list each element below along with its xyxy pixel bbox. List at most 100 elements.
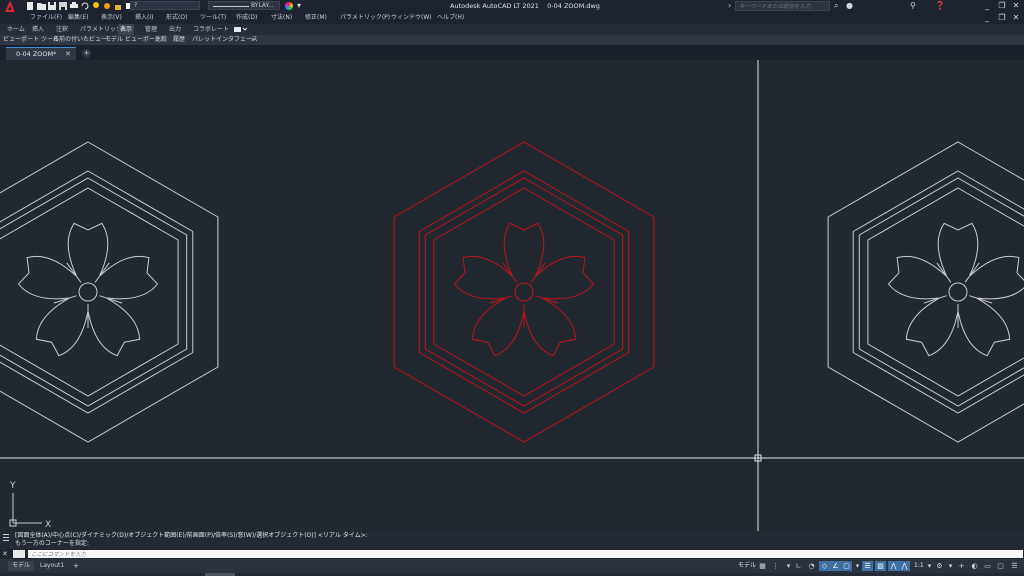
menu-view[interactable]: 表示(V) bbox=[101, 12, 122, 24]
plus-icon[interactable]: + bbox=[956, 561, 967, 571]
emblem-center-stamen-2[interactable] bbox=[489, 295, 513, 304]
menu-modify[interactable]: 修正(M) bbox=[305, 12, 327, 24]
annotation-scale[interactable]: 1:1 bbox=[914, 561, 924, 571]
emblem-right-petal-3[interactable] bbox=[957, 297, 1011, 357]
drawing-canvas[interactable]: Y X bbox=[0, 60, 1024, 531]
annotation-autoscale-icon[interactable]: ⋀ bbox=[899, 561, 910, 571]
chevron-down-icon[interactable]: ▾ bbox=[297, 1, 301, 11]
customize-menu-icon[interactable]: ☰ bbox=[1009, 561, 1020, 571]
emblem-left[interactable] bbox=[0, 141, 219, 443]
command-input[interactable] bbox=[28, 551, 1023, 559]
menu-window[interactable]: ウィンドウ(W) bbox=[391, 12, 432, 24]
grid-icon[interactable]: ▦ bbox=[757, 561, 768, 571]
emblem-right-stamen-5[interactable] bbox=[969, 295, 993, 304]
grip-icon[interactable] bbox=[2, 532, 10, 548]
sun-icon[interactable] bbox=[103, 2, 112, 10]
new-file-icon[interactable] bbox=[26, 2, 35, 10]
emblem-right-petal-1[interactable] bbox=[937, 222, 979, 276]
new-tab-button[interactable]: + bbox=[82, 49, 91, 58]
emblem-center-petal-2[interactable] bbox=[535, 255, 595, 300]
polar-icon[interactable]: ◔ bbox=[806, 561, 817, 571]
menu-tools[interactable]: ツール(T) bbox=[200, 12, 226, 24]
command-prompt-icon[interactable] bbox=[13, 550, 25, 558]
tab-collaborate[interactable]: コラボレート bbox=[191, 24, 231, 35]
lock-icon[interactable] bbox=[114, 2, 123, 10]
transparency-icon[interactable]: ▨ bbox=[875, 561, 886, 571]
undo-icon[interactable] bbox=[81, 2, 90, 10]
doc-minimize-button[interactable]: _ bbox=[980, 12, 994, 24]
menu-help[interactable]: ヘルプ(H) bbox=[437, 12, 464, 24]
menu-edit[interactable]: 編集(E) bbox=[68, 12, 88, 24]
emblem-right-stamen-4[interactable] bbox=[964, 262, 980, 283]
clean-screen-icon[interactable]: ▢ bbox=[995, 561, 1006, 571]
user-icon[interactable]: ● bbox=[846, 1, 853, 11]
gear-icon[interactable]: ⚙ bbox=[934, 561, 945, 571]
panel-model-viewports[interactable]: モデル ビューポート bbox=[105, 35, 161, 45]
isodraft-icon[interactable]: ◇ bbox=[819, 561, 830, 571]
panel-named-views[interactable]: 名前の付いたビュー bbox=[53, 35, 107, 45]
emblem-right-petal-4[interactable] bbox=[905, 297, 959, 357]
panel-overflow[interactable]: » bbox=[251, 35, 255, 45]
save-icon[interactable] bbox=[48, 2, 57, 10]
panel-palettes[interactable]: パレット bbox=[192, 35, 216, 45]
isolate-objects-icon[interactable]: ◐ bbox=[969, 561, 980, 571]
object-snap-icon[interactable]: ▢ bbox=[841, 561, 852, 571]
emblem-right-hexagon-2[interactable] bbox=[852, 170, 1024, 414]
menu-parametric[interactable]: パラメトリック(P) bbox=[340, 12, 390, 24]
ribbon-minimize-icon[interactable] bbox=[233, 26, 247, 33]
object-snap-tracking-icon[interactable]: ∠ bbox=[830, 561, 841, 571]
emblem-center-hexagon-3[interactable] bbox=[424, 177, 624, 407]
emblem-left-petal-2[interactable] bbox=[99, 255, 159, 300]
emblem-center-stamen-5[interactable] bbox=[535, 295, 559, 304]
drawing-svg[interactable]: Y X bbox=[0, 60, 1024, 531]
emblem-left-petal-4[interactable] bbox=[35, 297, 89, 357]
save-as-icon[interactable] bbox=[59, 2, 68, 10]
tab-annotate[interactable]: 注釈 bbox=[54, 24, 70, 35]
share-icon[interactable]: ⚲ bbox=[910, 1, 916, 11]
emblem-left-hexagon-2[interactable] bbox=[0, 170, 194, 414]
print-icon[interactable] bbox=[70, 2, 79, 10]
tab-home[interactable]: ホーム bbox=[5, 24, 27, 35]
chevron-right-icon[interactable]: › bbox=[728, 1, 731, 11]
emblem-center-petal-1[interactable] bbox=[503, 222, 545, 276]
model-space-label[interactable]: モデル bbox=[738, 561, 756, 571]
emblem-right-center-circle[interactable] bbox=[948, 282, 968, 302]
menu-draw[interactable]: 作成(D) bbox=[236, 12, 257, 24]
emblem-right-petal-2[interactable] bbox=[969, 255, 1024, 300]
open-folder-icon[interactable] bbox=[37, 2, 46, 10]
emblem-right-hexagon-1[interactable] bbox=[827, 141, 1024, 443]
panel-compare[interactable]: 比較 bbox=[155, 35, 167, 45]
tab-manage[interactable]: 管理 bbox=[143, 24, 159, 35]
layout-tab-model[interactable]: モデル bbox=[8, 561, 35, 571]
emblem-center-stamen-4[interactable] bbox=[530, 262, 546, 283]
emblem-center-petal-4[interactable] bbox=[471, 297, 525, 357]
snap-icon[interactable]: ⋮ bbox=[770, 561, 781, 571]
tab-output[interactable]: 出力 bbox=[167, 24, 183, 35]
panel-viewport-tools[interactable]: ビューポート ツール bbox=[3, 35, 59, 45]
command-input-field[interactable] bbox=[28, 550, 1023, 559]
emblem-right-stamen-3[interactable] bbox=[936, 262, 952, 283]
lightbulb-icon[interactable] bbox=[92, 2, 101, 10]
emblem-left-stamen-5[interactable] bbox=[99, 295, 123, 304]
tab-insert[interactable]: 挿入 bbox=[30, 24, 46, 35]
emblem-right[interactable] bbox=[827, 141, 1024, 443]
close-button[interactable]: ✕ bbox=[1009, 0, 1023, 12]
emblem-left-stamen-4[interactable] bbox=[94, 262, 110, 283]
color-wheel-icon[interactable] bbox=[285, 2, 293, 10]
layout-tab-layout1[interactable]: Layout1 bbox=[36, 561, 68, 571]
menu-file[interactable]: ファイル(F) bbox=[30, 12, 62, 24]
workspace-dropdown[interactable]: ? bbox=[130, 1, 200, 10]
emblem-right-petal-5[interactable] bbox=[887, 255, 947, 300]
emblem-center[interactable] bbox=[393, 141, 655, 443]
hardware-acceleration-icon[interactable]: ▭ bbox=[982, 561, 993, 571]
emblem-left-petal-3[interactable] bbox=[87, 297, 141, 357]
emblem-right-hexagon-4[interactable] bbox=[867, 187, 1024, 397]
emblem-center-center-circle[interactable] bbox=[514, 282, 534, 302]
emblem-center-hexagon-4[interactable] bbox=[433, 187, 615, 397]
emblem-center-petal-3[interactable] bbox=[523, 297, 577, 357]
linetype-dropdown[interactable]: BYLAY... bbox=[208, 1, 280, 10]
emblem-center-petal-5[interactable] bbox=[453, 255, 513, 300]
emblem-right-stamen-2[interactable] bbox=[923, 295, 947, 304]
tab-parametric[interactable]: パラメトリック bbox=[78, 24, 124, 35]
file-tab-active[interactable]: 0-04 ZOOM* ✕ bbox=[6, 47, 76, 60]
